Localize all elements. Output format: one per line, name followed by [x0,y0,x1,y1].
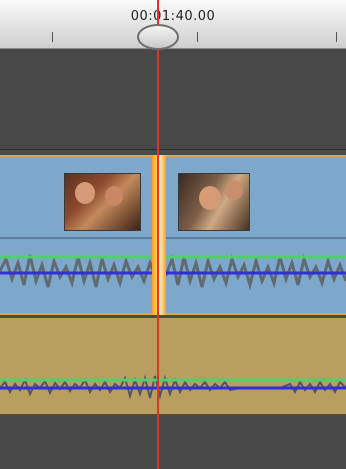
ruler-tick [52,32,53,42]
thumbnail-subject [75,182,95,204]
empty-track-bottom[interactable] [0,417,346,469]
playhead-line[interactable] [157,0,159,469]
playhead-timecode: 00:01:40.00 [130,9,216,24]
clip-thumbnail-left[interactable] [64,173,141,231]
audio-track[interactable] [0,318,346,415]
clip-audio-waveform [0,253,346,291]
thumbnail-subject [225,180,243,200]
clip-thumbnail-right[interactable] [178,173,250,231]
video-track[interactable] [0,155,346,315]
playhead-handle[interactable] [137,24,179,50]
thumbnail-subject [105,186,123,206]
audio-waveform [0,374,346,400]
ruler-tick [336,32,337,42]
transition-marker[interactable] [152,155,166,315]
ruler-tick [197,32,198,42]
thumbnail-subject [199,186,221,210]
empty-track-top[interactable] [0,49,346,150]
